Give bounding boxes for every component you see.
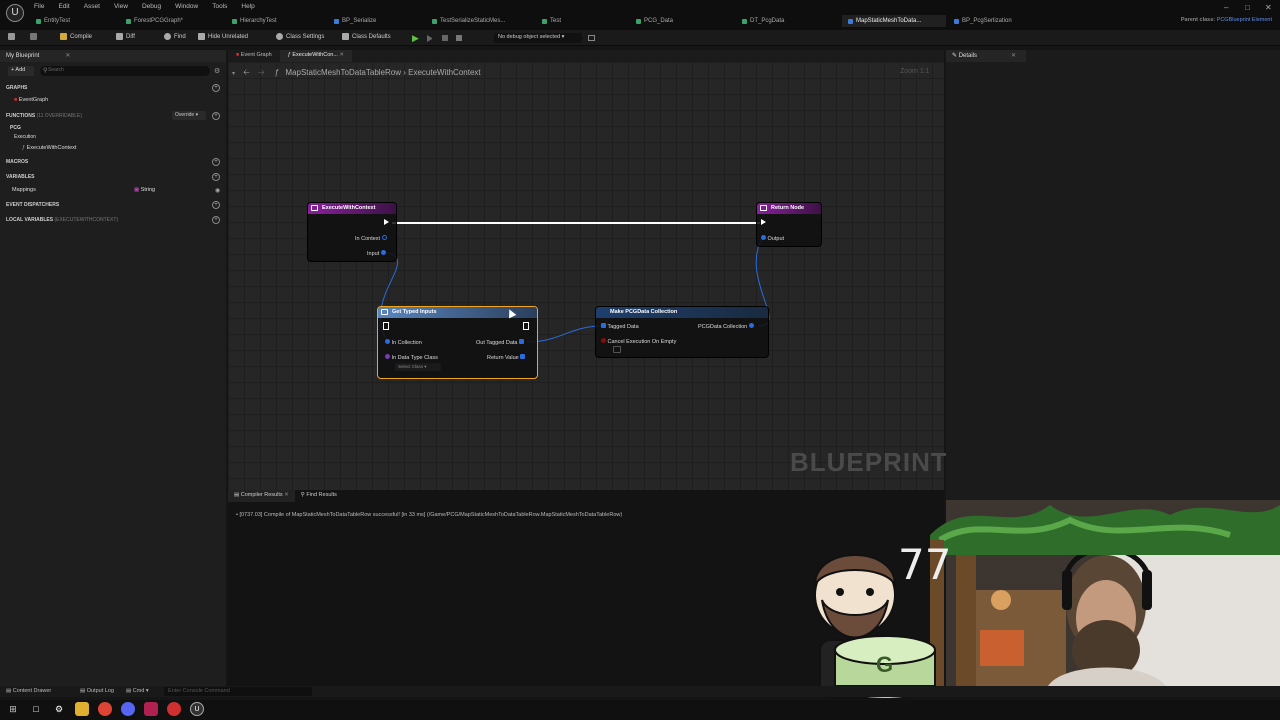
pin-label: Output [767,236,785,242]
parent-class: Parent class: PCGBlueprint Element [1181,17,1272,23]
find-results-label: Find Results [306,492,337,498]
parent-class-label: Parent class: [1180,17,1216,23]
obs-icon[interactable] [167,702,181,716]
minimize-icon[interactable]: – [1224,3,1228,12]
cmd-dropdown[interactable]: ▤ Cmd ▾ [126,688,149,694]
maximize-icon[interactable]: □ [1245,3,1250,12]
parent-class-link[interactable]: PCGBlueprint Element [1217,17,1272,23]
exec-in-pin[interactable] [383,322,389,331]
foliage-frame [930,505,1280,555]
discord-icon[interactable] [121,702,135,716]
node-header[interactable]: Make PCGData Collection [596,307,768,318]
close-tab-icon[interactable]: ✕ [284,492,289,498]
stream-counter: 77 [898,540,952,589]
pin-label: Cancel Execution On Empty [607,339,677,345]
pin-label: PCGData Collection [698,324,748,330]
input-pin[interactable]: Input [367,250,386,257]
exec-out-pin[interactable] [384,219,389,227]
drawer-icon: ▤ [6,688,12,694]
in-data-type-class-pin[interactable]: In Data Type Class [385,354,438,361]
cancel-execution-checkbox[interactable] [613,346,621,353]
console-input[interactable]: Enter Console Command [164,687,312,696]
search-icon: ⚲ [300,492,305,498]
console-placeholder: Enter Console Command [168,688,230,694]
compile-log-line: • [0737.03] Compile of MapStaticMeshToDa… [236,512,623,518]
compiler-results-label: Compiler Results [240,492,283,498]
app-icon[interactable] [144,702,158,716]
tab-compiler-results[interactable]: ▤ Compiler Results ✕ [228,490,295,502]
node-make-pcgdata-collection[interactable]: Make PCGData Collection [595,306,769,358]
pcgdata-collection-pin[interactable]: PCGData Collection [698,323,754,330]
tab-find-results[interactable]: ⚲ Find Results [295,490,343,502]
close-icon[interactable]: ✕ [1265,3,1272,12]
pin-label: Out Tagged Data [476,340,518,346]
cancel-execution-pin[interactable]: Cancel Execution On Empty [601,338,676,345]
data-wire [526,325,603,343]
node-header[interactable]: Return Node [757,203,821,214]
pin-label: Tagged Data [607,324,639,330]
select-class-label: Select Class [398,364,424,369]
desktop-icon[interactable]: □ [29,702,43,716]
node-title: Return Node [771,205,804,211]
return-value-pin[interactable]: Return Value [487,354,526,361]
in-collection-pin[interactable]: In Collection [385,339,422,346]
pin-label: In Collection [391,340,422,346]
exec-out-pin[interactable] [523,322,529,331]
node-title: Get Typed Inputs [392,309,437,315]
details-tab[interactable]: ✎ Details ✕ [946,50,1026,62]
bottom-tabs: ▤ Compiler Results ✕ ⚲ Find Results [228,490,343,502]
pin-label: Input [367,251,380,257]
log-icon: ▤ [80,688,86,694]
output-log-button[interactable]: ▤ Output Log [80,688,114,694]
windows-start-icon[interactable]: ⊞ [6,702,20,716]
chrome-icon[interactable] [98,702,112,716]
close-tab-icon[interactable]: ✕ [1011,53,1016,59]
output-log-label: Output Log [86,688,114,694]
tagged-data-pin[interactable]: Tagged Data [601,323,639,330]
details-title: Details [958,53,978,59]
select-class-dropdown[interactable]: Select Class ▾ [395,363,441,371]
compiler-icon: ▤ [234,492,240,498]
function-icon [760,205,767,211]
node-title: ExecuteWithContext [322,205,376,211]
node-header[interactable]: ExecuteWithContext [308,203,396,214]
terminal-icon: ▤ [126,688,132,694]
content-drawer-button[interactable]: ▤ Content Drawer [6,688,51,694]
cake-letter: G [876,652,894,677]
exec-in-pin[interactable] [761,219,766,227]
function-icon [381,309,388,315]
in-context-pin[interactable]: In Context [355,235,387,242]
doc-tab[interactable]: BP_PcgSerlization [948,15,1048,27]
content-drawer-label: Content Drawer [12,688,52,694]
make-struct-icon [599,309,606,315]
pin-label: Return Value [487,355,519,361]
windows-taskbar: ⊞ □ ⚙ U [0,700,1280,720]
doc-tab-label: BP_PcgSerlization [962,18,1012,24]
compile-log-text: [0737.03] Compile of MapStaticMeshToData… [239,512,623,518]
function-icon [311,205,318,211]
pin-label: In Data Type Class [391,355,438,361]
details-icon: ✎ [952,53,958,59]
pin-label: In Context [355,236,381,242]
output-pin[interactable]: Output [761,235,784,242]
settings-icon[interactable]: ⚙ [52,702,66,716]
blueprint-icon [954,18,959,24]
status-bar: ▤ Content Drawer ▤ Output Log ▤ Cmd ▾ En… [0,686,1280,697]
out-tagged-data-pin[interactable]: Out Tagged Data [476,339,525,346]
file-explorer-icon[interactable] [75,702,89,716]
cmd-label: Cmd [132,688,145,694]
unreal-engine-icon[interactable]: U [190,702,204,716]
node-title: Make PCGData Collection [610,309,678,315]
